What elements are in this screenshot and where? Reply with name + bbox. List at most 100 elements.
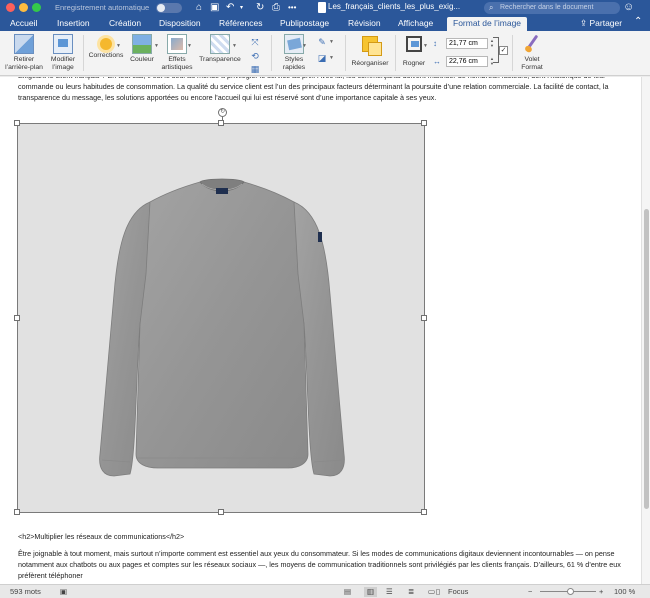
resize-handle-bottom-right[interactable] bbox=[421, 509, 427, 515]
maximize-window-button[interactable] bbox=[32, 3, 41, 12]
remove-background-icon bbox=[14, 34, 34, 54]
color-icon bbox=[132, 34, 152, 54]
status-bar: 593 mots ▣ ▤ ▥ ☰ ≣ ▭ ▯ Focus − + 100 % bbox=[0, 584, 650, 598]
focus-icon[interactable]: ▯ bbox=[436, 587, 440, 597]
change-image-icon[interactable]: ⟲ bbox=[249, 51, 261, 61]
image-border-dropdown-icon[interactable]: ▼ bbox=[329, 39, 334, 45]
sun-icon bbox=[100, 38, 112, 50]
proofing-icon[interactable]: ▣ bbox=[60, 587, 67, 597]
undo-icon[interactable]: ↶ bbox=[226, 1, 234, 15]
format-pane-label-line1: Volet bbox=[524, 56, 540, 63]
arrange-button[interactable]: Réorganiser bbox=[350, 34, 390, 68]
chevron-up-icon[interactable]: ⌃ bbox=[634, 16, 642, 27]
lock-aspect-checkbox[interactable]: ✓ bbox=[499, 46, 508, 55]
color-button[interactable]: Couleur bbox=[127, 34, 157, 64]
image-effects-icon[interactable]: ◪ bbox=[316, 53, 328, 63]
width-icon: ↔ bbox=[433, 57, 441, 66]
print-layout-icon[interactable]: ▥ bbox=[364, 587, 378, 597]
artistic-effects-button[interactable]: Effets artistiques bbox=[159, 34, 195, 71]
zoom-slider-knob[interactable] bbox=[567, 588, 574, 595]
tab-creation[interactable]: Création bbox=[109, 17, 141, 30]
resize-handle-right[interactable] bbox=[421, 315, 427, 321]
web-layout-icon[interactable]: ☰ bbox=[386, 587, 393, 597]
corrections-dropdown-icon[interactable]: ▼ bbox=[116, 43, 121, 49]
draft-view-icon[interactable]: ▭ bbox=[428, 587, 435, 597]
quick-styles-icon bbox=[284, 34, 304, 54]
image-border-icon[interactable]: ✎ bbox=[316, 37, 328, 47]
crop-label: Rogner bbox=[402, 60, 426, 67]
compress-images-icon[interactable]: ⤧ bbox=[249, 37, 261, 47]
vertical-scrollbar[interactable] bbox=[641, 77, 650, 584]
arrange-icon bbox=[362, 36, 382, 56]
resize-handle-bottom[interactable] bbox=[218, 509, 224, 515]
feedback-smiley-icon[interactable]: ☺ bbox=[623, 1, 634, 13]
artistic-effects-dropdown-icon[interactable]: ▼ bbox=[187, 43, 192, 49]
tab-format-image[interactable]: Format de l’image bbox=[447, 17, 528, 31]
focus-mode-icon[interactable]: ▤ bbox=[344, 587, 351, 597]
rotate-handle[interactable]: ↻ bbox=[218, 108, 227, 117]
selected-image[interactable] bbox=[14, 120, 427, 515]
remove-background-button[interactable]: Retirer l’arrière-plan bbox=[3, 34, 45, 71]
resize-handle-bottom-left[interactable] bbox=[14, 509, 20, 515]
resize-handle-left[interactable] bbox=[14, 315, 20, 321]
image-effects-dropdown-icon[interactable]: ▼ bbox=[329, 55, 334, 61]
minimize-window-button[interactable] bbox=[19, 3, 28, 12]
undo-dropdown-icon[interactable]: ▾ bbox=[240, 1, 243, 15]
ribbon-separator bbox=[512, 35, 513, 71]
more-icon[interactable]: ••• bbox=[288, 1, 296, 15]
crop-dropdown-icon[interactable]: ▼ bbox=[423, 43, 428, 49]
paragraph-top[interactable]: Exigeant le client français ? En tout ca… bbox=[18, 77, 628, 103]
quick-styles-label-line1: Styles bbox=[284, 56, 304, 63]
quick-styles-dropdown-icon[interactable]: ▼ bbox=[302, 43, 307, 49]
sweater-image bbox=[99, 178, 345, 477]
quick-styles-button[interactable]: Styles rapides bbox=[278, 34, 310, 71]
search-icon: ⌕ bbox=[489, 3, 494, 12]
autosave-toggle[interactable] bbox=[156, 3, 182, 13]
ribbon: Retirer l’arrière-plan Modifier l’image … bbox=[0, 31, 650, 76]
home-icon[interactable]: ⌂ bbox=[196, 1, 202, 15]
arrange-label: Réorganiser bbox=[351, 60, 389, 67]
save-icon[interactable]: ▣ bbox=[210, 1, 219, 15]
tab-references[interactable]: Références bbox=[219, 17, 262, 30]
tab-publipostage[interactable]: Publipostage bbox=[280, 17, 329, 30]
height-input[interactable] bbox=[446, 38, 488, 49]
outline-view-icon[interactable]: ≣ bbox=[408, 587, 414, 597]
search-placeholder: Rechercher dans le document bbox=[500, 4, 594, 11]
close-window-button[interactable] bbox=[6, 3, 15, 12]
resize-handle-top[interactable] bbox=[218, 120, 224, 126]
ribbon-separator bbox=[83, 35, 84, 71]
color-label: Couleur bbox=[130, 56, 154, 63]
print-icon[interactable]: ⎙ bbox=[272, 1, 280, 15]
resize-handle-top-left[interactable] bbox=[14, 120, 20, 126]
width-input[interactable] bbox=[446, 56, 488, 67]
search-input[interactable]: ⌕ Rechercher dans le document bbox=[484, 2, 620, 14]
word-count[interactable]: 593 mots bbox=[10, 587, 41, 597]
scroll-thumb[interactable] bbox=[644, 209, 649, 509]
zoom-in-icon[interactable]: + bbox=[599, 587, 603, 597]
modify-image-button[interactable]: Modifier l’image bbox=[47, 34, 79, 71]
quick-styles-label-line2: rapides bbox=[282, 63, 306, 71]
focus-label[interactable]: Focus bbox=[448, 587, 468, 597]
paintbrush-icon bbox=[522, 34, 542, 54]
zoom-level[interactable]: 100 % bbox=[614, 587, 635, 597]
title-bar: Enregistrement automatique ⌂ ▣ ↶ ▾ ↻ ⎙ •… bbox=[0, 0, 650, 16]
share-button[interactable]: ⇪ Partager bbox=[580, 17, 622, 30]
tab-revision[interactable]: Révision bbox=[348, 17, 381, 30]
tab-accueil[interactable]: Accueil bbox=[10, 17, 37, 30]
resize-handle-top-right[interactable] bbox=[421, 120, 427, 126]
transparency-dropdown-icon[interactable]: ▼ bbox=[232, 43, 237, 49]
tab-disposition[interactable]: Disposition bbox=[159, 17, 201, 30]
tab-affichage[interactable]: Affichage bbox=[398, 17, 433, 30]
document-canvas[interactable]: Exigeant le client français ? En tout ca… bbox=[0, 77, 641, 584]
ribbon-separator bbox=[395, 35, 396, 71]
share-label: Partager bbox=[589, 18, 623, 28]
tab-insertion[interactable]: Insertion bbox=[57, 17, 90, 30]
format-pane-button[interactable]: Volet Format bbox=[517, 34, 547, 71]
zoom-out-icon[interactable]: − bbox=[528, 587, 532, 597]
paragraph-bottom[interactable]: Être joignable à tout moment, mais surto… bbox=[18, 548, 628, 581]
redo-icon[interactable]: ↻ bbox=[256, 1, 264, 15]
ribbon-tabs: Accueil Insertion Création Disposition R… bbox=[0, 16, 650, 31]
reset-image-icon[interactable]: ▦ bbox=[249, 64, 261, 74]
heading-line[interactable]: <h2>Multiplier les réseaux de communicat… bbox=[18, 531, 628, 542]
crop-button[interactable]: Rogner bbox=[400, 34, 428, 68]
